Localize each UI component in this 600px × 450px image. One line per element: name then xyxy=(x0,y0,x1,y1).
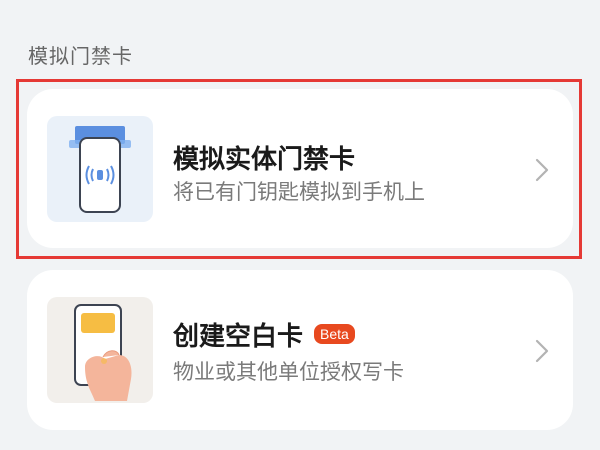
selection-highlight xyxy=(16,79,582,259)
card-subtitle: 物业或其他单位授权写卡 xyxy=(173,360,404,384)
chevron-right-icon xyxy=(535,339,549,363)
beta-badge: Beta xyxy=(314,324,355,344)
card-create-blank-card[interactable]: 创建空白卡 Beta 物业或其他单位授权写卡 xyxy=(27,270,573,430)
section-title: 模拟门禁卡 xyxy=(28,44,133,68)
card-title: 创建空白卡 xyxy=(173,322,304,352)
hand-holding-phone-icon xyxy=(47,297,153,403)
